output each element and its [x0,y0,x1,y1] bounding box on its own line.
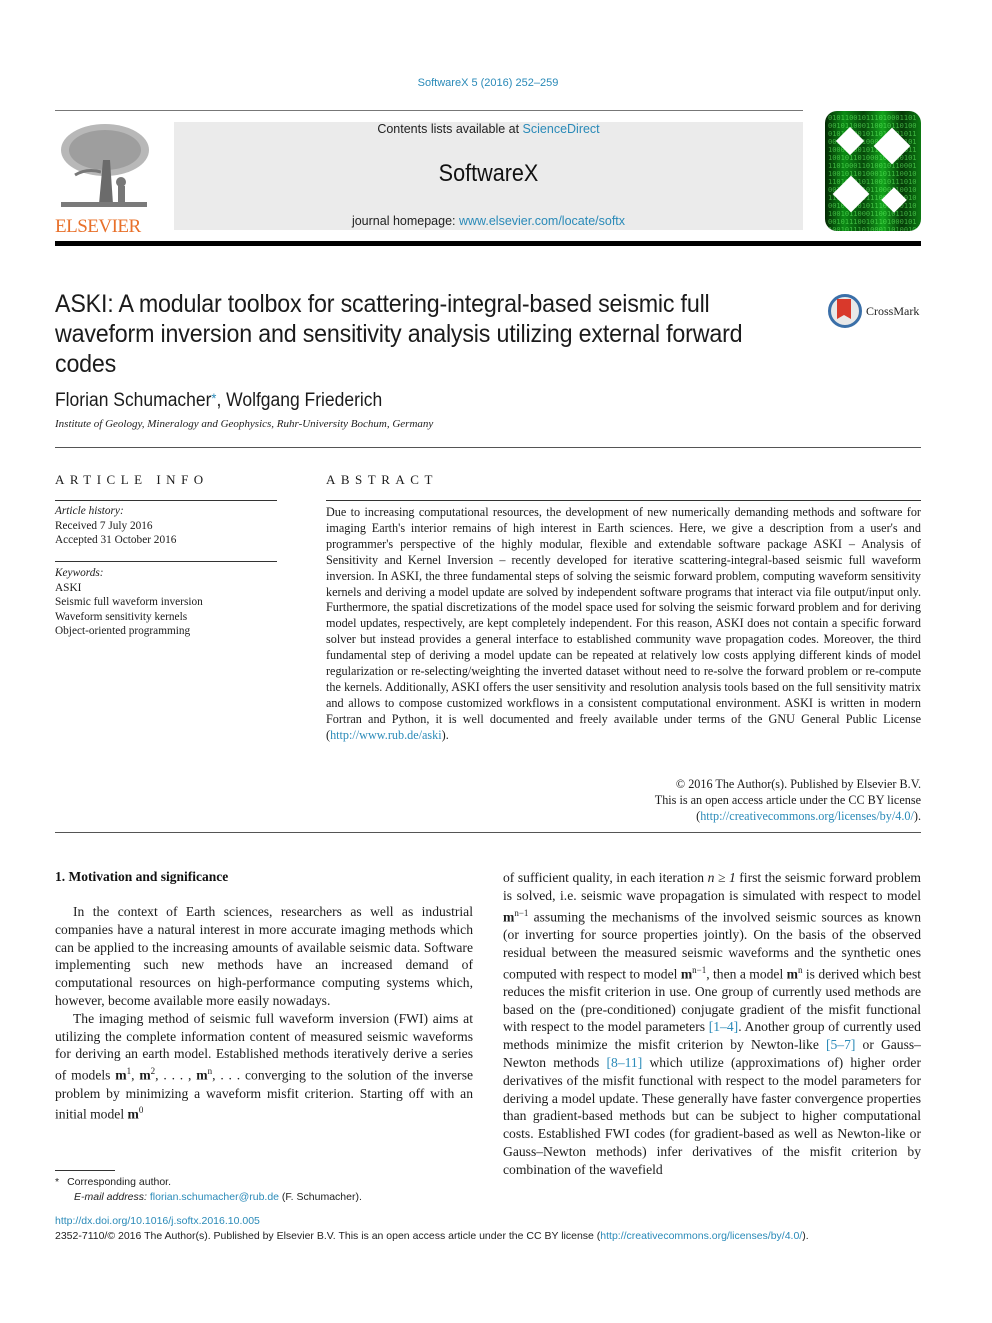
footnote-email: E-mail address: florian.schumacher@rub.d… [55,1190,362,1205]
body-column-left: In the context of Earth sciences, resear… [55,903,473,1124]
journal-reference[interactable]: SoftwareX 5 (2016) 252–259 [0,77,976,89]
header-top-rule [55,110,803,111]
license-link[interactable]: http://creativecommons.org/licenses/by/4… [700,809,914,823]
math-symbol: m [139,1067,151,1083]
author-separator: , [216,390,227,411]
citation-link[interactable]: [1–4] [709,1019,738,1034]
abstract-heading: ABSTRACT [326,472,438,487]
elsevier-wordmark: ELSEVIER [55,216,141,237]
divider [326,500,921,501]
copyright-line: © 2016 The Author(s). Published by Elsev… [675,777,921,791]
paragraph: of sufficient quality, in each iteration… [503,869,921,1179]
issn-text: 2352-7110/© 2016 The Author(s). Publishe… [55,1230,601,1242]
journal-cover-image: 0101100101110100011010010110001100101101… [825,111,921,231]
license-line: This is an open access article under the… [654,793,921,807]
journal-name: SoftwareX [438,160,539,187]
body-column-right: of sufficient quality, in each iteration… [503,869,921,1179]
abstract-body: Due to increasing computational resource… [326,505,921,726]
keyword-item: Object-oriented programming [55,625,191,637]
accepted-date: Accepted 31 October 2016 [55,534,177,546]
elsevier-tree-icon [61,124,149,207]
divider [55,561,277,562]
divider [55,832,921,833]
aski-url-link[interactable]: http://www.rub.de/aski [330,728,442,742]
article-history: Article history: Received 7 July 2016 Ac… [55,504,176,548]
math-sup: n−1 [692,964,707,975]
text-run: of sufficient quality, in each iteration [503,870,708,885]
email-link[interactable]: florian.schumacher@rub.de [150,1191,279,1203]
email-suffix: (F. Schumacher). [279,1191,362,1203]
footnote-rule [55,1170,115,1171]
journal-banner: Contents lists available at ScienceDirec… [174,122,803,230]
footer-license-link[interactable]: http://creativecommons.org/licenses/by/4… [600,1230,802,1242]
divider [55,447,921,448]
doi-link[interactable]: http://dx.doi.org/10.1016/j.softx.2016.1… [55,1215,260,1227]
text-run: , then a model [706,966,787,982]
received-date: Received 7 July 2016 [55,519,153,532]
sciencedirect-link[interactable]: ScienceDirect [523,122,600,136]
header-thick-rule [55,241,921,246]
author-list: Florian Schumacher*, Wolfgang Friederich [55,390,382,412]
homepage-link[interactable]: www.elsevier.com/locate/softx [459,214,625,228]
math-symbol: m [127,1106,139,1122]
license-url-line: (http://creativecommons.org/licenses/by/… [326,808,921,824]
abstract-text: Due to increasing computational resource… [326,505,921,744]
keywords: Keywords: ASKI Seismic full waveform inv… [55,566,203,639]
paren: ). [441,727,449,742]
math-symbol: m [115,1067,127,1083]
footnote: * Corresponding author. E-mail address: f… [55,1175,362,1205]
math-expr: n ≥ 1 [707,870,736,885]
text-run: , . . . [212,1067,241,1083]
citation-link[interactable]: [8–11] [607,1055,643,1070]
crossmark-label: CrossMark [866,304,920,318]
elsevier-logo: ELSEVIER [55,120,155,237]
email-label: E-mail address: [74,1191,147,1203]
math-symbol: m [786,966,798,982]
history-label: Article history: [55,505,124,517]
homepage-prefix: journal homepage: [351,214,459,228]
math-sup: 0 [138,1105,144,1116]
keyword-item: Waveform sensitivity kernels [55,610,188,623]
keyword-item: Seismic full waveform inversion [55,596,203,608]
contents-prefix: Contents lists available at [377,122,523,136]
article-info-heading: ARTICLE INFO [55,472,209,487]
homepage-line: journal homepage: www.elsevier.com/locat… [174,214,803,228]
footnote-corresponding: * Corresponding author. [55,1175,362,1190]
crossmark-badge[interactable]: CrossMark [828,294,928,334]
binary-pattern: 0101100101110100011010010110001100101101… [828,114,917,231]
author-name[interactable]: Wolfgang Friederich [226,390,382,411]
math-symbol: m [503,909,515,925]
abstract-copyright: © 2016 The Author(s). Published by Elsev… [326,776,921,824]
citation-link[interactable]: [5–7] [826,1037,855,1052]
math-symbol: m [680,966,693,982]
paren: ). [913,809,921,823]
section-heading: 1. Motivation and significance [55,869,229,884]
affiliation: Institute of Geology, Mineralogy and Geo… [55,418,434,430]
paragraph: The imaging method of seismic full wavef… [55,1010,473,1124]
contents-line: Contents lists available at ScienceDirec… [174,122,803,136]
keyword-item: ASKI [55,581,82,594]
text-run: , . . . , [155,1067,197,1083]
text-run: which utilize (approximations of) higher… [503,1055,921,1177]
paragraph: In the context of Earth sciences, resear… [55,904,473,1008]
footnote-mark: * [55,1176,60,1188]
keywords-label: Keywords: [55,567,104,579]
paren: ). [802,1230,809,1242]
math-symbol: m [196,1067,208,1083]
math-sup: n−1 [514,907,529,918]
issn-line: 2352-7110/© 2016 The Author(s). Publishe… [55,1230,809,1242]
article-title: ASKI: A modular toolbox for scattering-i… [55,290,743,378]
author-name[interactable]: Florian Schumacher [55,390,211,411]
divider [55,500,277,501]
footnote-text: Corresponding author. [67,1176,171,1188]
